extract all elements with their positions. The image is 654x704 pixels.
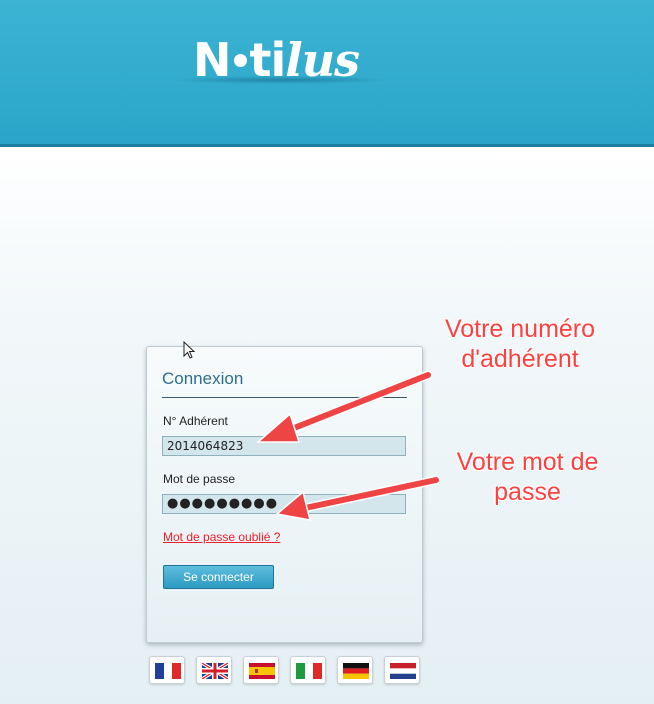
annotation-member-line1: Votre numéro: [444, 315, 596, 343]
arrow-to-password: [275, 475, 441, 521]
annotation-member-line2: d'adhérent: [461, 345, 579, 373]
annotation-password-line2: passe: [494, 478, 561, 506]
annotation-password: Votre mot de passe: [440, 447, 615, 507]
mouse-cursor-icon: [183, 341, 196, 359]
arrow-to-member-number: [256, 370, 433, 443]
annotation-password-line1: Votre mot de: [456, 448, 599, 476]
annotation-member-number: Votre numéro d'adhérent: [430, 314, 610, 374]
